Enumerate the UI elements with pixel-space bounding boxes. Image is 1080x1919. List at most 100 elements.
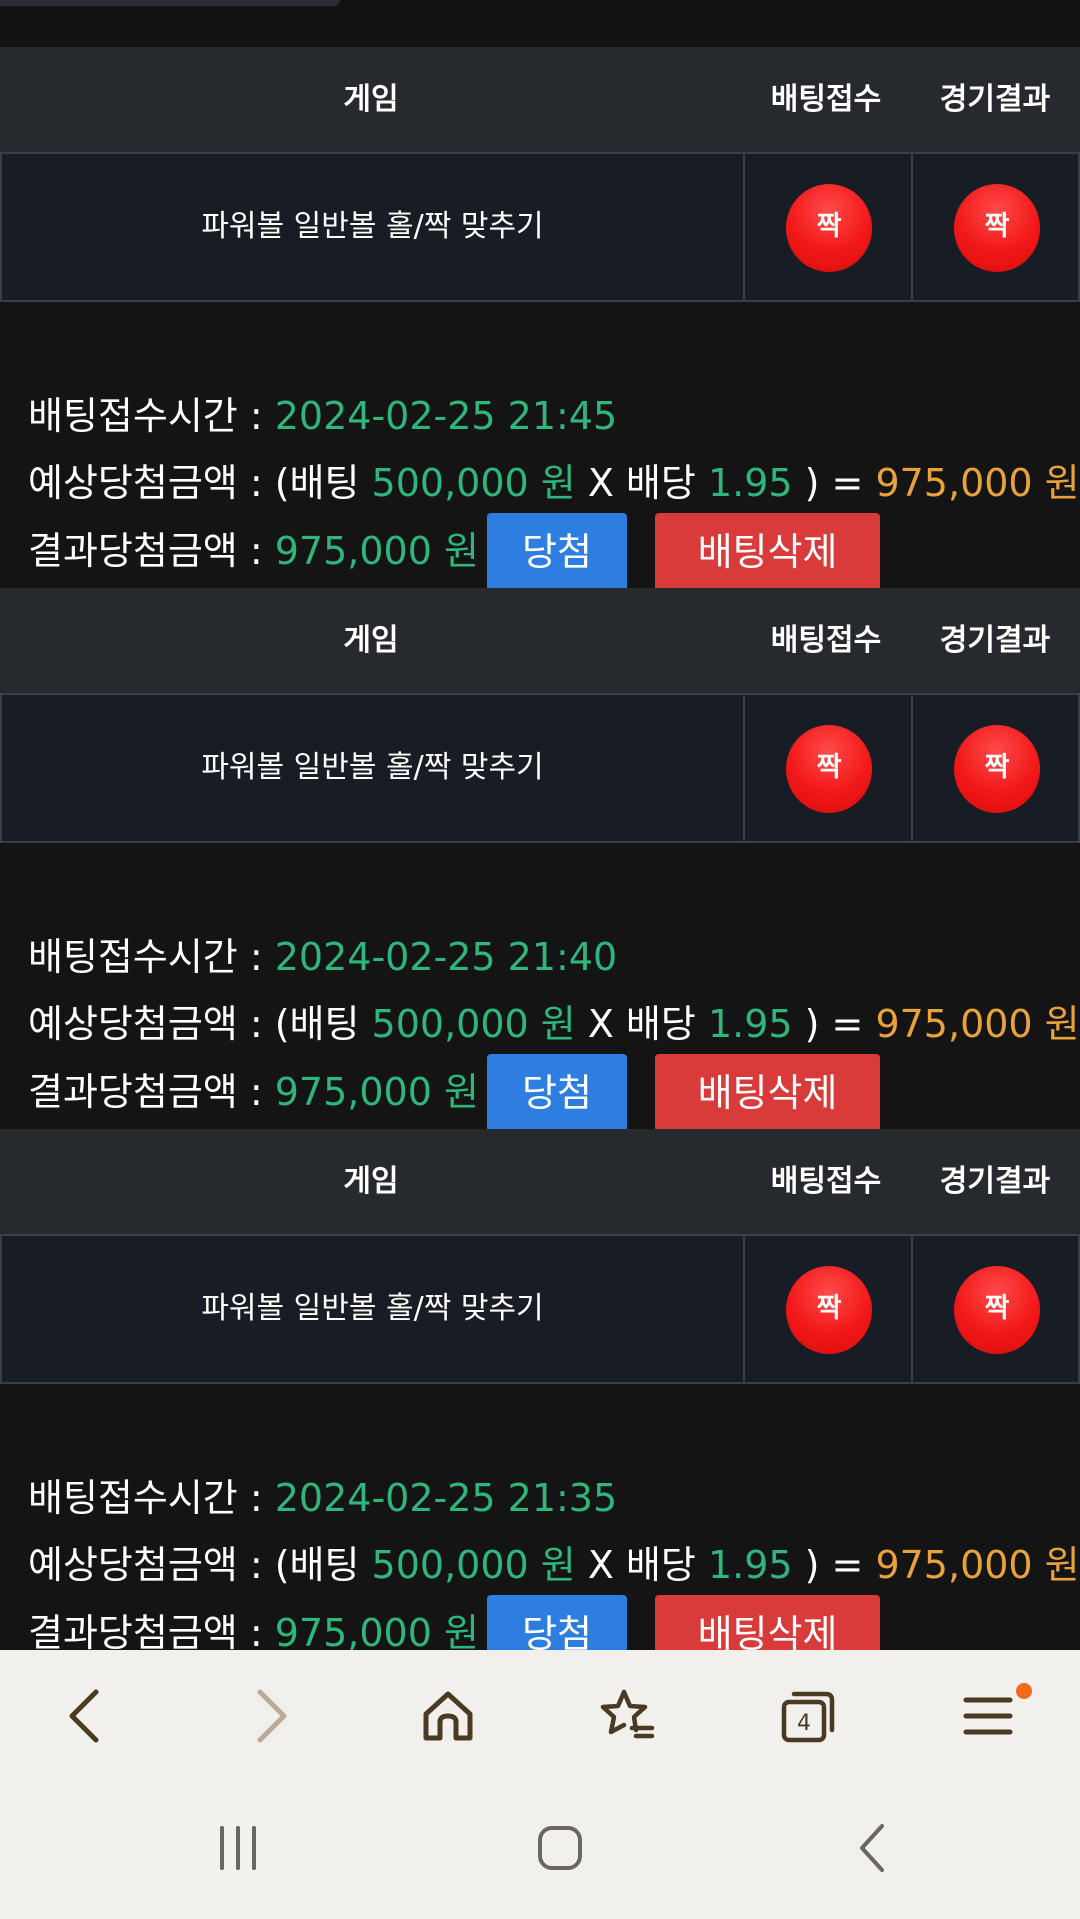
odds-value: 1.95: [707, 1543, 793, 1587]
header-game: 게임: [343, 82, 399, 117]
result-pick-ball: 짝: [954, 1266, 1040, 1354]
delete-bet-button[interactable]: 배팅삭제: [655, 513, 880, 591]
header-result: 경기결과: [939, 623, 1051, 658]
header-result: 경기결과: [939, 82, 1051, 117]
forward-button[interactable]: [218, 1650, 318, 1782]
expected-win-value: 975,000 원: [875, 1002, 1080, 1046]
win-status-button[interactable]: 당첨: [487, 1054, 627, 1132]
recent-apps-button[interactable]: [188, 1782, 288, 1919]
menu-icon: [963, 1697, 1013, 1735]
tabs-button[interactable]: 4: [758, 1650, 858, 1782]
accepted-pick-ball: 짝: [786, 184, 872, 272]
tabs-icon: 4: [781, 1691, 835, 1743]
header-accepted: 배팅접수: [770, 623, 882, 658]
back-button[interactable]: [38, 1650, 138, 1782]
expected-label: 예상당첨금액 : (배팅: [28, 461, 372, 505]
stake-value: 500,000 원: [371, 1002, 576, 1046]
home-icon: [423, 1691, 473, 1741]
equals-label: ) =: [792, 461, 876, 505]
table-row: 파워볼 일반볼 홀/짝 맞추기 짝 짝: [0, 152, 1080, 302]
result-pick-ball: 짝: [954, 184, 1040, 272]
times-label: X 배당: [575, 1543, 708, 1587]
bet-time-line: 배팅접수시간 : 2024-02-25 21:40: [28, 933, 617, 981]
stake-value: 500,000 원: [371, 461, 576, 505]
result-win-value: 975,000 원: [274, 1070, 479, 1114]
accepted-pick-ball: 짝: [786, 1266, 872, 1354]
bet-card: 게임 배팅접수 경기결과 파워볼 일반볼 홀/짝 맞추기 짝 짝 배팅접수시간 …: [0, 47, 1080, 591]
result-line: 결과당첨금액 : 975,000 원: [28, 527, 479, 575]
previous-item-edge: [0, 0, 340, 6]
header-game: 게임: [343, 623, 399, 658]
accepted-cell: 짝: [743, 154, 911, 300]
menu-notification-dot: [1016, 1683, 1032, 1699]
bet-time-value: 2024-02-25 21:45: [274, 394, 618, 438]
bet-time-label: 배팅접수시간 :: [28, 1476, 275, 1520]
bet-card: 게임 배팅접수 경기결과 파워볼 일반볼 홀/짝 맞추기 짝 짝 배팅접수시간 …: [0, 1129, 1080, 1673]
expected-line: 예상당첨금액 : (배팅 500,000 원 X 배당 1.95 ) = 975…: [28, 459, 1080, 507]
game-name: 파워볼 일반볼 홀/짝 맞추기: [201, 209, 544, 244]
times-label: X 배당: [575, 461, 708, 505]
expected-line: 예상당첨금액 : (배팅 500,000 원 X 배당 1.95 ) = 975…: [28, 1541, 1080, 1589]
expected-win-value: 975,000 원: [875, 1543, 1080, 1587]
system-nav-bar: [0, 1782, 1080, 1919]
game-name: 파워볼 일반볼 홀/짝 맞추기: [201, 1291, 544, 1326]
bet-time-line: 배팅접수시간 : 2024-02-25 21:45: [28, 392, 617, 440]
odds-value: 1.95: [707, 461, 793, 505]
equals-label: ) =: [792, 1543, 876, 1587]
win-status-button[interactable]: 당첨: [487, 513, 627, 591]
expected-label: 예상당첨금액 : (배팅: [28, 1002, 372, 1046]
odds-value: 1.95: [707, 1002, 793, 1046]
accepted-cell: 짝: [743, 695, 911, 841]
result-win-value: 975,000 원: [274, 529, 479, 573]
recent-apps-icon: [220, 1826, 256, 1870]
result-cell: 짝: [911, 1236, 1078, 1382]
bet-time-label: 배팅접수시간 :: [28, 935, 275, 979]
bookmarks-button[interactable]: [578, 1650, 678, 1782]
accepted-pick-ball: 짝: [786, 725, 872, 813]
header-result: 경기결과: [939, 1164, 1051, 1199]
forward-icon: [257, 1689, 287, 1743]
menu-button[interactable]: [938, 1650, 1038, 1782]
result-line: 결과당첨금액 : 975,000 원: [28, 1068, 479, 1116]
bet-info: 배팅접수시간 : 2024-02-25 21:45 예상당첨금액 : (배팅 5…: [0, 302, 1080, 591]
system-back-icon: [860, 1824, 884, 1872]
header-game: 게임: [343, 1164, 399, 1199]
bet-time-value: 2024-02-25 21:35: [274, 1476, 618, 1520]
stake-value: 500,000 원: [371, 1543, 576, 1587]
table-header: 게임 배팅접수 경기결과: [0, 47, 1080, 152]
result-label: 결과당첨금액 :: [28, 529, 275, 573]
bet-time-value: 2024-02-25 21:40: [274, 935, 618, 979]
result-cell: 짝: [911, 154, 1078, 300]
system-home-button[interactable]: [510, 1782, 610, 1919]
result-cell: 짝: [911, 695, 1078, 841]
bet-card: 게임 배팅접수 경기결과 파워볼 일반볼 홀/짝 맞추기 짝 짝 배팅접수시간 …: [0, 588, 1080, 1132]
delete-bet-button[interactable]: 배팅삭제: [655, 1054, 880, 1132]
result-pick-ball: 짝: [954, 725, 1040, 813]
bet-time-label: 배팅접수시간 :: [28, 394, 275, 438]
result-label: 결과당첨금액 :: [28, 1611, 275, 1655]
bet-info: 배팅접수시간 : 2024-02-25 21:40 예상당첨금액 : (배팅 5…: [0, 843, 1080, 1132]
tab-count: 4: [797, 1711, 811, 1736]
back-icon: [69, 1689, 99, 1743]
result-win-value: 975,000 원: [274, 1611, 479, 1655]
result-label: 결과당첨금액 :: [28, 1070, 275, 1114]
header-accepted: 배팅접수: [770, 1164, 882, 1199]
system-back-button[interactable]: [822, 1782, 922, 1919]
equals-label: ) =: [792, 1002, 876, 1046]
game-name: 파워볼 일반볼 홀/짝 맞추기: [201, 750, 544, 785]
bet-info: 배팅접수시간 : 2024-02-25 21:35 예상당첨금액 : (배팅 5…: [0, 1384, 1080, 1673]
accepted-cell: 짝: [743, 1236, 911, 1382]
top-strip: [0, 0, 1080, 47]
bookmarks-star-icon: [600, 1689, 655, 1739]
expected-label: 예상당첨금액 : (배팅: [28, 1543, 372, 1587]
table-row: 파워볼 일반볼 홀/짝 맞추기 짝 짝: [0, 1234, 1080, 1384]
bet-time-line: 배팅접수시간 : 2024-02-25 21:35: [28, 1474, 617, 1522]
table-row: 파워볼 일반볼 홀/짝 맞추기 짝 짝: [0, 693, 1080, 843]
times-label: X 배당: [575, 1002, 708, 1046]
expected-line: 예상당첨금액 : (배팅 500,000 원 X 배당 1.95 ) = 975…: [28, 1000, 1080, 1048]
expected-win-value: 975,000 원: [875, 461, 1080, 505]
browser-toolbar: 4: [0, 1650, 1080, 1782]
home-button-icon: [538, 1826, 582, 1870]
table-header: 게임 배팅접수 경기결과: [0, 588, 1080, 693]
home-button[interactable]: [398, 1650, 498, 1782]
